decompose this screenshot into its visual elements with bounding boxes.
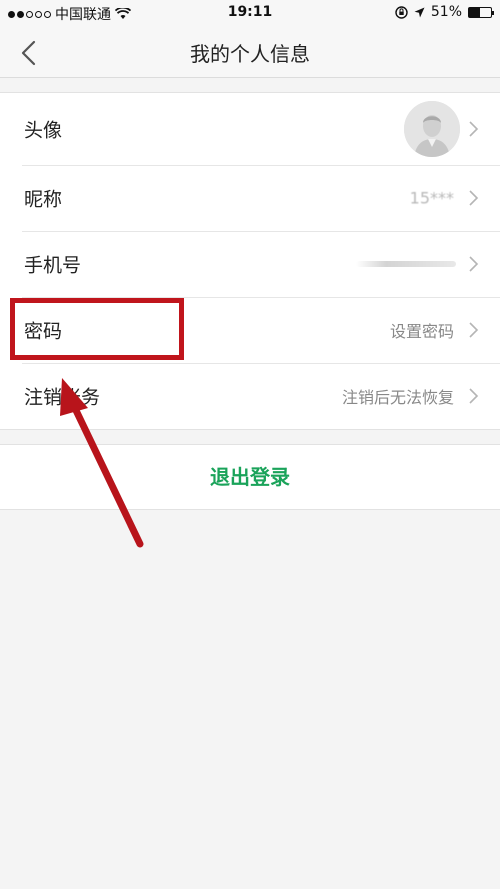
status-bar: 中国联通 19:11 51% xyxy=(0,0,500,26)
chevron-right-icon xyxy=(469,322,479,338)
nickname-value: 15*** xyxy=(409,188,454,208)
avatar-label: 头像 xyxy=(24,119,63,142)
status-right: 51% xyxy=(395,4,494,20)
avatar xyxy=(404,101,460,157)
chevron-right-icon xyxy=(469,121,479,137)
chevron-right-icon xyxy=(469,190,479,206)
location-icon xyxy=(414,7,425,17)
phone-value-mask xyxy=(356,261,456,267)
chevron-right-icon xyxy=(469,388,479,404)
nickname-label: 昵称 xyxy=(24,188,63,211)
phone-row[interactable]: 手机号 xyxy=(0,231,500,297)
navigation-bar: 我的个人信息 xyxy=(0,26,500,78)
logout-button[interactable]: 退出登录 xyxy=(0,445,500,509)
deregister-label: 注销账务 xyxy=(24,386,101,409)
password-value: 设置密码 xyxy=(389,322,454,341)
chevron-right-icon xyxy=(469,256,479,272)
default-avatar-icon xyxy=(404,101,460,157)
logout-panel: 退出登录 xyxy=(0,444,500,510)
avatar-row[interactable]: 头像 xyxy=(0,93,500,165)
annotation-highlight-box xyxy=(10,298,184,360)
battery-percent: 51% xyxy=(430,4,462,20)
deregister-value: 注销后无法恢复 xyxy=(341,388,454,407)
page-title: 我的个人信息 xyxy=(190,42,310,66)
battery-icon xyxy=(468,6,494,18)
nickname-row[interactable]: 昵称 15*** xyxy=(0,165,500,231)
deregister-account-row[interactable]: 注销账务 注销后无法恢复 xyxy=(0,363,500,429)
battery-level xyxy=(469,7,481,17)
phone-label: 手机号 xyxy=(24,254,82,277)
profile-info-list: 头像 昵称 15*** 手机号 密码 设置密码 注销账务 注销后无法恢复 xyxy=(0,92,500,430)
orientation-lock-icon xyxy=(395,5,408,19)
